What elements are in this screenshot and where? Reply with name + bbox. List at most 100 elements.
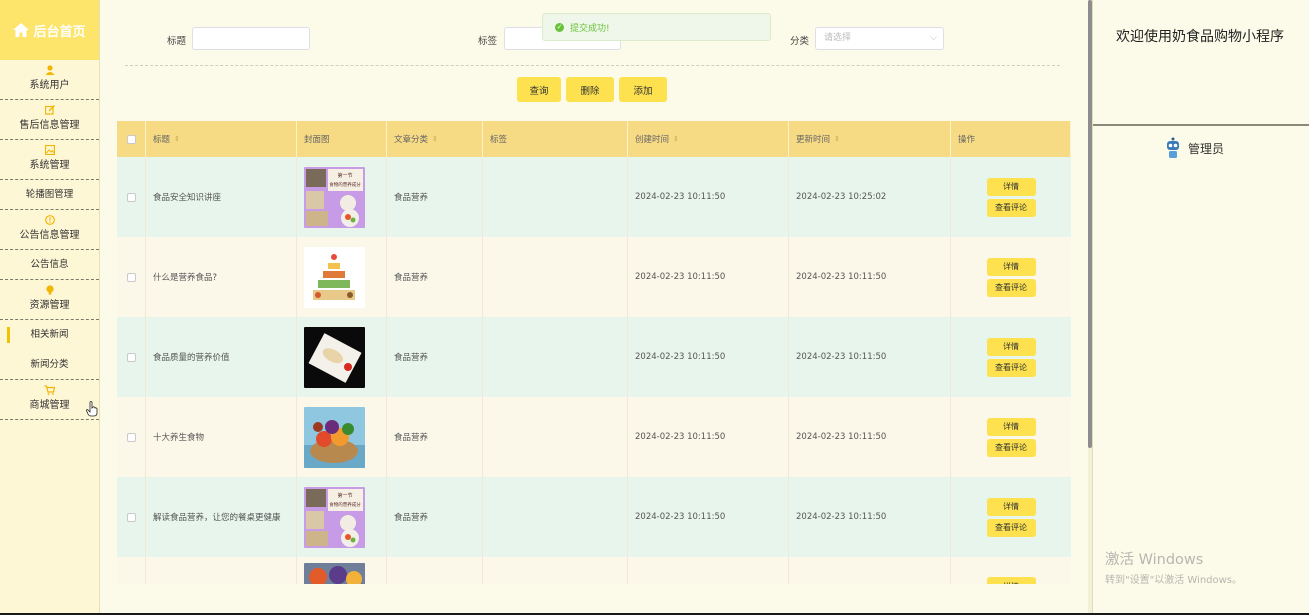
category-cell: 食品营养 [387, 477, 483, 557]
title-search-input[interactable] [192, 27, 310, 50]
tag-cell [483, 317, 628, 397]
title-cell: 食品安全知识讲座 [146, 157, 297, 237]
divider [125, 65, 1060, 66]
tag-cell [483, 157, 628, 237]
brand-home-link[interactable]: 后台首页 [0, 0, 99, 60]
cover-image-fruit-basket[interactable] [304, 406, 365, 468]
actions-cell: 详情 查看评论 [951, 157, 1071, 237]
category-placeholder: 请选择 [824, 33, 852, 43]
created-cell: 2024-02-23 10:11:50 [628, 157, 789, 237]
sort-icon: ⇕ [834, 135, 840, 143]
menu-mall-management[interactable]: 商城管理 [0, 380, 99, 420]
menu-after-sales[interactable]: 售后信息管理 [0, 100, 99, 140]
admin-role-label: 管理员 [1188, 141, 1225, 156]
row-select-cell [117, 157, 146, 237]
header-updated[interactable]: 更新时间 ⇕ [789, 121, 951, 157]
actions-cell: 详情 查看评论 [951, 397, 1071, 477]
cover-image-food-pyramid[interactable] [304, 246, 365, 308]
select-all-checkbox[interactable] [126, 134, 136, 144]
menu-label: 公告信息管理 [19, 230, 80, 241]
picture-icon [0, 144, 99, 159]
cover-cell: 第一节 食物的营养成分 [297, 477, 387, 557]
hand-cursor-icon [86, 401, 98, 417]
row-checkbox[interactable] [126, 512, 136, 522]
row-select-cell [117, 477, 146, 557]
detail-button[interactable]: 详情 [986, 417, 1036, 436]
submenu-carousel[interactable]: 轮播图管理 [0, 180, 99, 210]
submenu-news[interactable]: 相关新闻 [0, 320, 99, 350]
menu-system-users[interactable]: 系统用户 [0, 60, 99, 100]
title-cell: 十大养生食物 [146, 397, 297, 477]
detail-button[interactable]: 详情 [986, 177, 1036, 196]
delete-button[interactable]: 删除 [566, 77, 614, 102]
header-created[interactable]: 创建时间 ⇕ [628, 121, 789, 157]
chevron-down-icon: ⌵ [930, 33, 937, 43]
add-button[interactable]: 添加 [619, 77, 667, 102]
category-filter-label: 分类 [790, 36, 810, 47]
detail-button[interactable]: 详情 [986, 497, 1036, 516]
actions-cell: 详情 查看评论 [951, 317, 1071, 397]
row-select-cell [117, 317, 146, 397]
menu-label: 系统管理 [29, 160, 70, 171]
title-filter-label: 标题 [167, 36, 187, 47]
category-cell [387, 557, 483, 584]
row-checkbox[interactable] [126, 272, 136, 282]
view-comments-button[interactable]: 查看评论 [986, 198, 1036, 217]
cover-cell [297, 397, 387, 477]
sort-icon: ⇕ [432, 135, 438, 143]
svg-text:第一节: 第一节 [337, 492, 352, 499]
cover-image-plate-dark[interactable] [304, 326, 365, 388]
cover-image-nutrition-poster[interactable]: 第一节 食物的营养成分 [304, 486, 365, 548]
header-cover: 封面图 [297, 121, 387, 157]
menu-system-management[interactable]: 系统管理 [0, 140, 99, 180]
cover-image-nutrition-poster[interactable]: 第一节 食物的营养成分 [304, 166, 365, 228]
created-cell: 2024-02-23 10:11:50 [628, 317, 789, 397]
updated-cell: 2024-02-23 10:11:50 [789, 477, 951, 557]
actions-cell: 详情 查看评论 [951, 477, 1071, 557]
detail-button[interactable]: 详情 [986, 577, 1036, 584]
row-checkbox[interactable] [126, 432, 136, 442]
robot-avatar-icon [1167, 137, 1179, 158]
select-all-cell [117, 121, 146, 157]
row-checkbox[interactable] [126, 192, 136, 202]
view-comments-button[interactable]: 查看评论 [986, 518, 1036, 537]
menu-resource-management[interactable]: 资源管理 [0, 280, 99, 320]
updated-cell: 2024-02-23 10:11:50 [789, 397, 951, 477]
view-comments-button[interactable]: 查看评论 [986, 438, 1036, 457]
success-toast: ✓ 提交成功! [542, 13, 771, 41]
updated-cell: 2024-02-23 10:11:50 [789, 237, 951, 317]
submenu-news-category[interactable]: 新闻分类 [0, 350, 99, 380]
submenu-notice[interactable]: 公告信息 [0, 250, 99, 280]
title-cell [146, 557, 297, 584]
sidebar: 后台首页 系统用户 售后信息管理 系统管理 轮播图管理 公告信息管理 公告信息 … [0, 0, 100, 615]
cover-cell [297, 557, 387, 584]
header-title[interactable]: 标题 ⇕ [146, 121, 297, 157]
header-actions: 操作 [951, 121, 1071, 157]
menu-label: 资源管理 [29, 300, 70, 311]
success-check-icon: ✓ [555, 22, 564, 32]
svg-text:食物的营养成分: 食物的营养成分 [329, 181, 361, 188]
updated-cell: 2024-02-23 10:25:02 [789, 157, 951, 237]
created-cell: 2024-02-23 10:11:50 [628, 477, 789, 557]
view-comments-button[interactable]: 查看评论 [986, 358, 1036, 377]
menu-notice-management[interactable]: 公告信息管理 [0, 210, 99, 250]
admin-user[interactable]: 管理员 [1093, 126, 1309, 159]
cover-image-fruit-bowl[interactable] [304, 563, 365, 584]
svg-text:第一节: 第一节 [337, 172, 352, 179]
category-select[interactable]: 请选择 ⌵ [815, 27, 944, 50]
created-cell [628, 557, 789, 584]
welcome-title: 欢迎使用奶食品购物小程序 [1093, 0, 1309, 126]
row-select-cell [117, 397, 146, 477]
view-comments-button[interactable]: 查看评论 [986, 278, 1036, 297]
menu-label: 商城管理 [29, 400, 70, 411]
detail-button[interactable]: 详情 [986, 257, 1036, 276]
watermark-line1: 激活 Windows [1105, 552, 1204, 568]
header-tag: 标签 [483, 121, 628, 157]
detail-button[interactable]: 详情 [986, 337, 1036, 356]
info-icon [0, 215, 99, 229]
header-category[interactable]: 文章分类 ⇕ [387, 121, 483, 157]
row-checkbox[interactable] [126, 352, 136, 362]
svg-text:食物的营养成分: 食物的营养成分 [329, 501, 361, 508]
brand-label: 后台首页 [33, 24, 86, 40]
query-button[interactable]: 查询 [517, 77, 561, 102]
